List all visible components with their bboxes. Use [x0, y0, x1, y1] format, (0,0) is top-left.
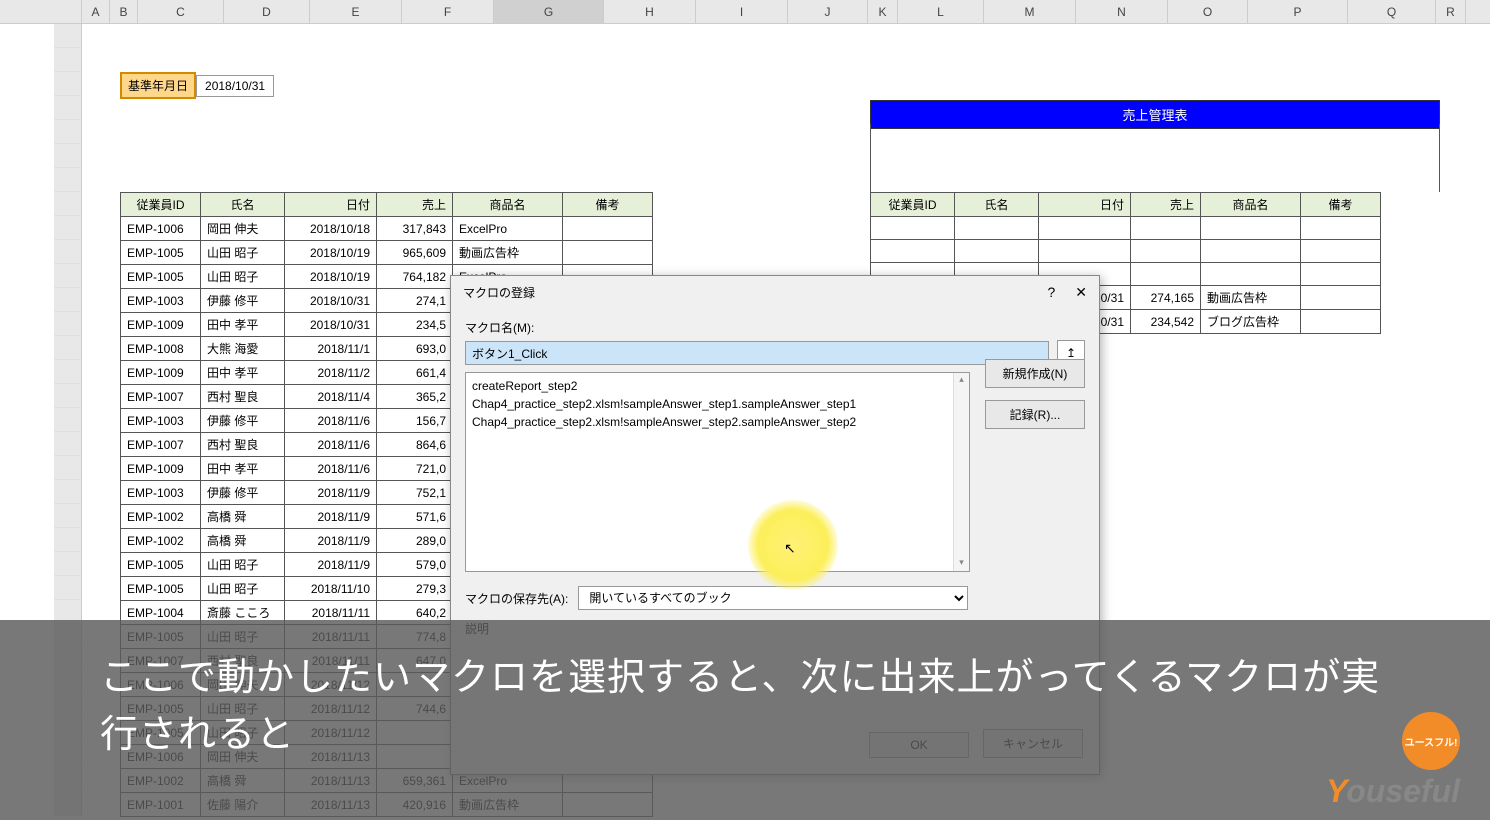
help-icon[interactable]: ? — [1047, 284, 1055, 301]
column-header-cell: 商品名 — [453, 193, 563, 217]
column-header[interactable]: L — [898, 0, 984, 23]
table-row[interactable] — [871, 217, 1381, 240]
column-header[interactable]: D — [224, 0, 310, 23]
column-headers: ABCDEFGHIJKLMNOPQR — [0, 0, 1490, 24]
column-header-cell: 商品名 — [1201, 193, 1301, 217]
column-header-cell: 日付 — [1039, 193, 1131, 217]
macro-list-item[interactable]: Chap4_practice_step2.xlsm!sampleAnswer_s… — [472, 395, 963, 413]
macro-save-location-select[interactable]: 開いているすべてのブック — [578, 586, 968, 610]
dialog-titlebar: マクロの登録 ? ✕ — [451, 276, 1099, 309]
reference-date-cell: 基準年月日2018/10/31 — [120, 72, 274, 99]
macro-list[interactable]: createReport_step2 Chap4_practice_step2.… — [465, 372, 970, 572]
column-header[interactable]: H — [604, 0, 696, 23]
new-macro-button[interactable]: 新規作成(N) — [985, 359, 1085, 388]
column-header[interactable]: B — [110, 0, 138, 23]
table-row[interactable] — [871, 240, 1381, 263]
reference-date-label: 基準年月日 — [120, 72, 196, 99]
youseful-logo: Youseful — [1326, 773, 1460, 810]
column-header[interactable]: Q — [1348, 0, 1436, 23]
column-header[interactable]: O — [1168, 0, 1248, 23]
youseful-badge-icon: ユースフル! — [1402, 712, 1460, 770]
column-header[interactable]: I — [696, 0, 788, 23]
column-header-cell: 従業員ID — [871, 193, 955, 217]
table-row[interactable]: EMP-1006岡田 伸夫2018/10/18317,843ExcelPro — [121, 217, 653, 241]
scrollbar[interactable]: ▴ ▾ — [953, 373, 969, 571]
macro-name-label: マクロ名(M): — [465, 319, 1085, 336]
column-header[interactable]: P — [1248, 0, 1348, 23]
column-header[interactable]: A — [82, 0, 110, 23]
column-header[interactable]: E — [310, 0, 402, 23]
column-header[interactable]: C — [138, 0, 224, 23]
column-header-cell: 日付 — [285, 193, 377, 217]
column-header[interactable]: J — [788, 0, 868, 23]
column-header-cell: 従業員ID — [121, 193, 201, 217]
column-header-cell: 売上 — [1131, 193, 1201, 217]
table-row[interactable]: EMP-1005山田 昭子2018/10/19965,609動画広告枠 — [121, 241, 653, 265]
sales-report-spacer — [870, 124, 1440, 192]
column-header-cell: 氏名 — [955, 193, 1039, 217]
column-header-cell: 備考 — [1301, 193, 1381, 217]
record-macro-button[interactable]: 記録(R)... — [985, 400, 1085, 429]
dialog-title: マクロの登録 — [463, 284, 535, 301]
subtitle-caption: ここで動かしたいマクロを選択すると、次に出来上がってくるマクロが実行されると — [0, 620, 1490, 820]
macro-save-location-label: マクロの保存先(A): — [465, 590, 568, 607]
macro-list-item[interactable]: Chap4_practice_step2.xlsm!sampleAnswer_s… — [472, 413, 963, 431]
column-header[interactable]: F — [402, 0, 494, 23]
column-header[interactable]: G — [494, 0, 604, 23]
table-header-row: 従業員ID氏名日付売上商品名備考 — [121, 193, 653, 217]
column-header[interactable]: N — [1076, 0, 1168, 23]
column-header[interactable]: M — [984, 0, 1076, 23]
reference-date-value: 2018/10/31 — [196, 75, 274, 97]
column-header[interactable]: R — [1436, 0, 1466, 23]
column-header[interactable]: K — [868, 0, 898, 23]
table-header-row: 従業員ID氏名日付売上商品名備考 — [871, 193, 1381, 217]
column-header-cell: 氏名 — [201, 193, 285, 217]
close-icon[interactable]: ✕ — [1075, 284, 1087, 301]
macro-name-input[interactable] — [465, 341, 1049, 365]
macro-list-item[interactable]: createReport_step2 — [472, 377, 963, 395]
column-header-cell: 売上 — [377, 193, 453, 217]
column-header-cell: 備考 — [563, 193, 653, 217]
